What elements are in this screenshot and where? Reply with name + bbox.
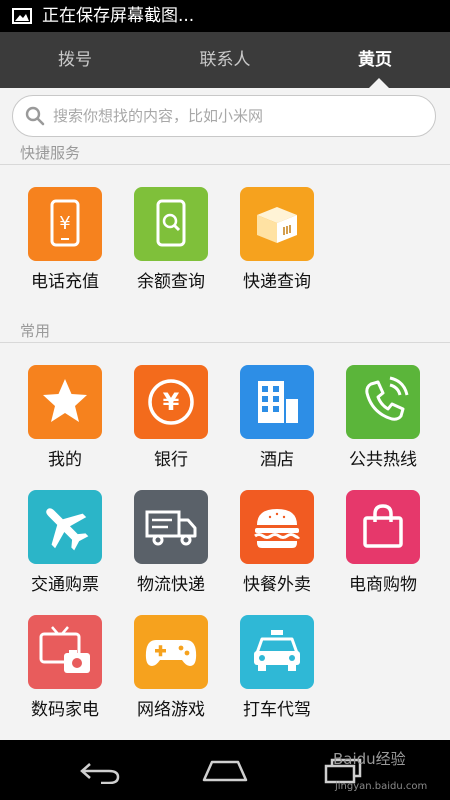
tile-public-hotline[interactable]: 公共热线 [324,365,430,485]
tile-fast-food[interactable]: 快餐外卖 [218,490,324,610]
taxi-icon [240,615,314,689]
tile-label: 打车代驾 [243,700,311,720]
airplane-icon [28,490,102,564]
tile-label: 酒店 [260,450,294,470]
hotel-building-icon [240,365,314,439]
tile-label: 余额查询 [137,272,205,292]
watermark-brand: Baidu经验 [333,750,406,768]
search-input[interactable]: 搜索你想找的内容，比如小米网 [12,95,436,137]
burger-icon [240,490,314,564]
home-icon[interactable] [202,760,248,782]
svg-text:¥: ¥ [59,213,70,234]
search-icon [25,106,45,126]
tile-bank[interactable]: ¥ 银行 [112,365,218,485]
yen-coin-icon: ¥ [134,365,208,439]
tile-label: 电商购物 [349,575,417,595]
tile-transport-tickets[interactable]: 交通购票 [6,490,112,610]
tile-phone-recharge[interactable]: ¥ 电话充值 [6,187,112,307]
tile-hotel[interactable]: 酒店 [218,365,324,485]
tile-label: 交通购票 [31,575,99,595]
shopping-bag-icon [346,490,420,564]
truck-icon [134,490,208,564]
svg-text:¥: ¥ [163,388,180,416]
watermark-url: jingyan.baidu.com [335,781,428,792]
tile-digital-appliances[interactable]: 数码家电 [6,615,112,735]
tile-label: 物流快递 [137,575,205,595]
status-text: 正在保存屏幕截图... [42,6,195,26]
tile-logistics[interactable]: 物流快递 [112,490,218,610]
status-bar: 正在保存屏幕截图... [0,0,450,32]
tile-label: 我的 [48,450,82,470]
tile-label: 公共热线 [349,450,417,470]
star-icon [28,365,102,439]
image-notification-icon [12,8,32,24]
tab-contacts[interactable]: 联系人 [150,32,300,88]
back-icon[interactable] [78,760,122,784]
tile-express-query[interactable]: 快递查询 [218,187,324,307]
section-header-quick: 快捷服务 [0,143,450,165]
search-placeholder: 搜索你想找的内容，比如小米网 [53,107,264,125]
tile-balance-query[interactable]: 余额查询 [112,187,218,307]
tile-ecommerce[interactable]: 电商购物 [324,490,430,610]
phone-call-icon [346,365,420,439]
gamepad-icon [134,615,208,689]
tile-label: 银行 [154,450,188,470]
tile-label: 快餐外卖 [243,575,311,595]
express-box-icon [240,187,314,261]
tile-online-games[interactable]: 网络游戏 [112,615,218,735]
active-tab-indicator [369,78,389,88]
tile-label: 网络游戏 [137,700,205,720]
tv-camera-icon [28,615,102,689]
tile-label: 电话充值 [31,272,99,292]
tile-taxi[interactable]: 打车代驾 [218,615,324,735]
section-header-common: 常用 [0,321,450,343]
phone-recharge-icon: ¥ [28,187,102,261]
tab-dialer[interactable]: 拨号 [0,32,150,88]
tile-label: 快递查询 [243,272,311,292]
tile-mine[interactable]: 我的 [6,365,112,485]
tile-label: 数码家电 [31,700,99,720]
balance-search-icon [134,187,208,261]
